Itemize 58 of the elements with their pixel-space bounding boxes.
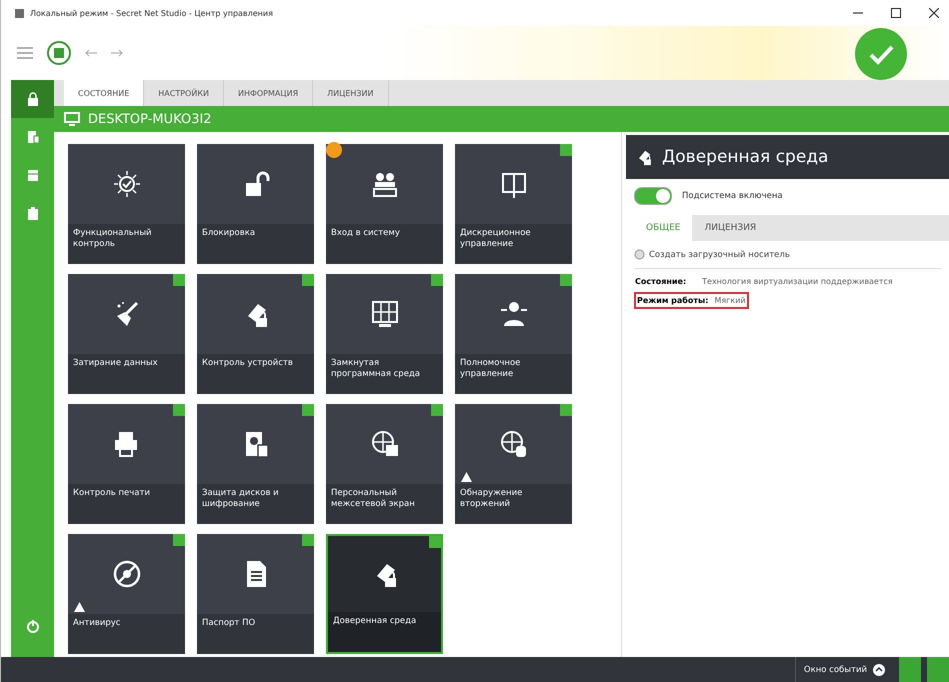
module-tile[interactable]: Вход в систему — [326, 144, 443, 264]
module-tile[interactable]: Паспорт ПО — [197, 534, 314, 654]
events-button[interactable]: Окно событий — [794, 657, 893, 682]
forward-icon[interactable] — [111, 49, 123, 57]
computer-name: DESKTOP-MUKO3I2 — [88, 112, 212, 126]
module-tile[interactable]: Дискреционное управление — [455, 144, 572, 264]
sidebar-icon[interactable] — [26, 130, 40, 144]
power-icon[interactable] — [26, 619, 40, 633]
window-title: Локальный режим - Secret Net Studio - Центр управления — [30, 8, 273, 18]
field-value: Мягкий — [714, 296, 746, 305]
module-label: Антивирус — [73, 618, 120, 628]
toggle-switch[interactable] — [634, 187, 672, 205]
module-tile[interactable]: Затирание данных — [68, 274, 185, 394]
module-tile[interactable]: Контроль устройств — [197, 274, 314, 394]
toggle-label: Подсистема включена — [682, 191, 783, 201]
module-tile[interactable]: Обнаружение вторжений — [455, 404, 572, 524]
module-label: Защита дисков и шифрование — [202, 488, 279, 509]
module-label: Контроль печати — [73, 488, 150, 498]
module-tile[interactable]: Персональный межсетевой экран — [326, 404, 443, 524]
panel-title: Доверенная среда — [662, 147, 828, 167]
module-tile[interactable]: Антивирус — [68, 534, 185, 654]
module-label: Затирание данных — [73, 358, 158, 368]
module-label: Персональный межсетевой экран — [331, 488, 415, 509]
module-tile[interactable]: Полномочное управление — [455, 274, 572, 394]
field-value: Технология виртуализации поддерживается — [702, 277, 893, 286]
module-label: Обнаружение вторжений — [460, 488, 522, 509]
module-tile[interactable]: Доверенная среда — [326, 534, 443, 654]
main-tab[interactable]: СОСТОЯНИЕ — [64, 80, 144, 106]
check-icon — [855, 28, 907, 80]
create-boot-media-button[interactable]: Создать загрузочный носитель — [634, 249, 790, 260]
close-icon[interactable] — [929, 8, 939, 18]
arrow-circle-icon — [873, 664, 885, 676]
panel-tab[interactable]: ЛИЦЕНЗИЯ — [692, 215, 768, 241]
sidebar-icon[interactable] — [26, 168, 40, 182]
disc-icon — [634, 249, 645, 260]
module-label: Функциональный контроль — [73, 228, 152, 249]
module-label: Вход в систему — [331, 228, 400, 238]
monitor-icon — [64, 112, 80, 126]
sidebar-icon[interactable] — [26, 92, 40, 106]
module-label: Доверенная среда — [333, 616, 416, 626]
module-tile[interactable]: Функциональный контроль — [68, 144, 185, 264]
app-icon — [15, 8, 24, 18]
module-tile[interactable]: Контроль печати — [68, 404, 185, 524]
module-label: Блокировка — [202, 228, 256, 238]
sidebar-icon[interactable] — [26, 206, 40, 220]
module-label: Дискреционное управление — [460, 228, 531, 249]
module-label: Замкнутая программная среда — [331, 358, 420, 379]
module-label: Контроль устройств — [202, 358, 293, 368]
module-tile[interactable]: Защита дисков и шифрование — [197, 404, 314, 524]
maximize-icon[interactable] — [891, 8, 901, 18]
back-icon[interactable] — [85, 49, 97, 57]
module-tile[interactable]: Замкнутая программная среда — [326, 274, 443, 394]
module-label: Паспорт ПО — [202, 618, 256, 628]
field-label: Режим работы: — [637, 296, 708, 305]
module-tile[interactable]: Блокировка — [197, 144, 314, 264]
menu-icon[interactable] — [17, 47, 33, 59]
module-label: Полномочное управление — [460, 358, 520, 379]
field-label: Состояние: — [635, 277, 686, 286]
